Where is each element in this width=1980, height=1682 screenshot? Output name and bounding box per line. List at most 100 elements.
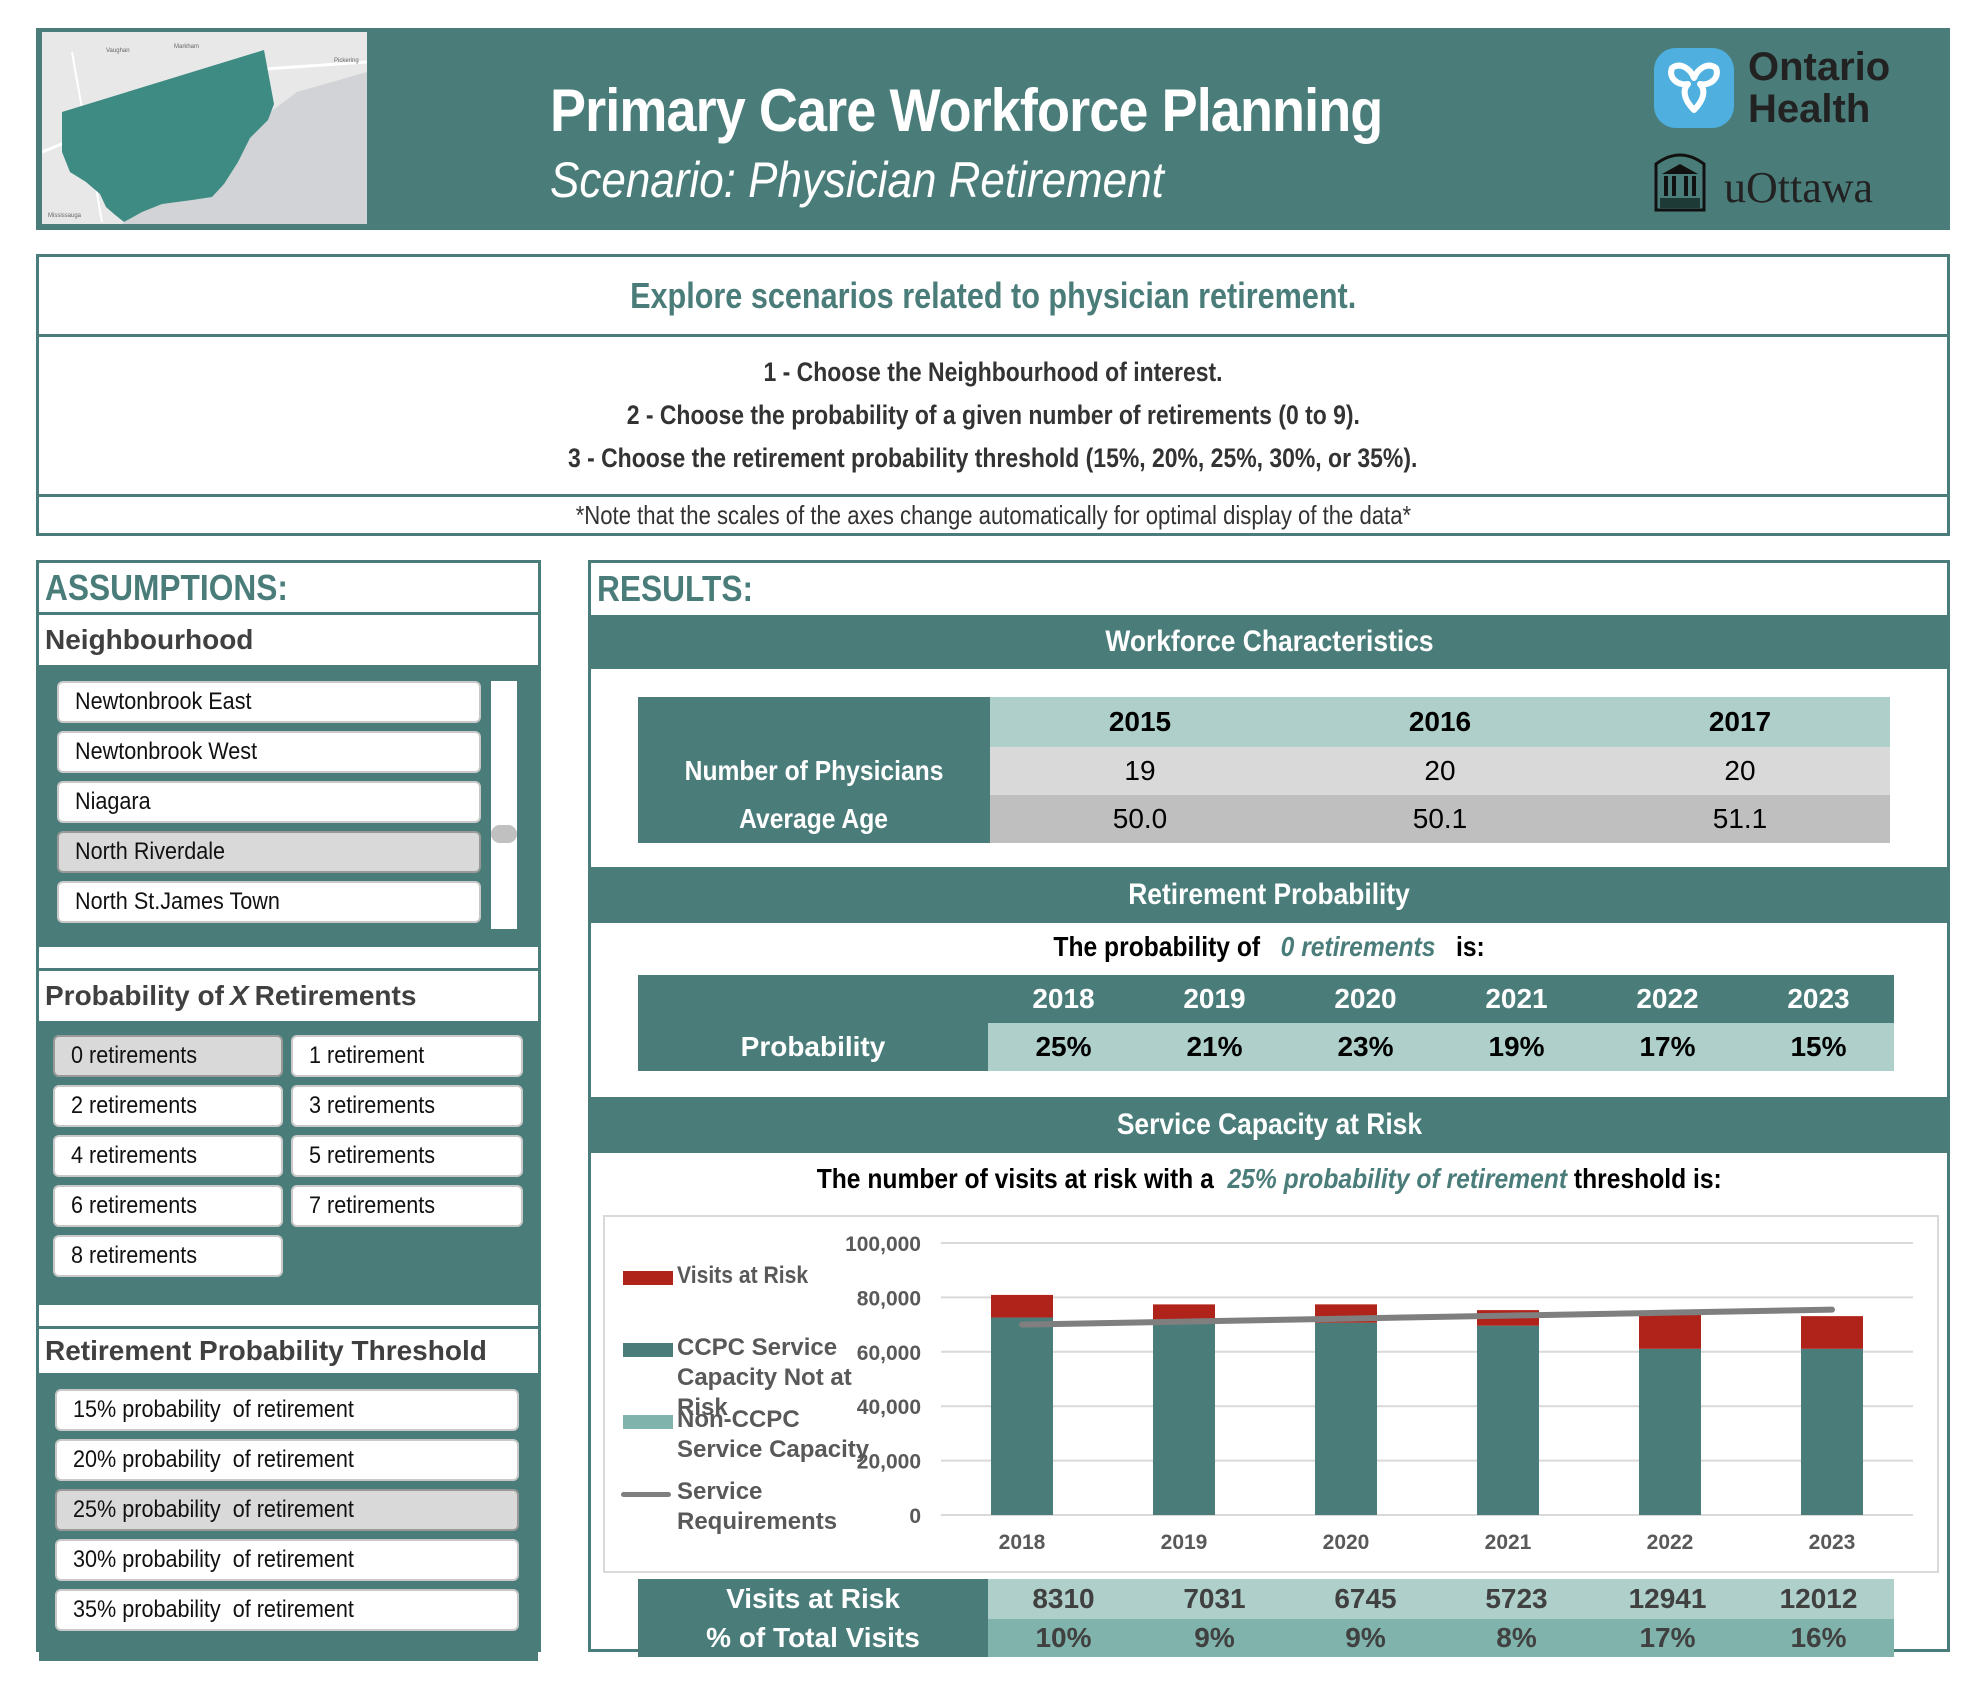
assumptions-title: ASSUMPTIONS:	[39, 563, 538, 615]
map-label: Mississauga	[48, 213, 82, 219]
probability-value: 15%	[1743, 1023, 1894, 1071]
year-header: 2018	[988, 975, 1139, 1023]
service-capacity-band: Service Capacity at Risk	[591, 1097, 1947, 1153]
retirements-option[interactable]: 6 retirements	[53, 1185, 283, 1227]
year-header: 2016	[1290, 697, 1590, 747]
neighbourhood-option[interactable]: North St.James Town	[57, 881, 481, 923]
retirements-option[interactable]: 5 retirements	[291, 1135, 523, 1177]
neighbourhood-scrollbar[interactable]	[491, 681, 517, 929]
header-banner: Vaughan Markham Pickering Mississauga Pr…	[36, 28, 1950, 230]
bar-ccpc-service-capacity-not-at-risk	[1153, 1323, 1215, 1515]
instructions-steps: 1 - Choose the Neighbourhood of interest…	[39, 337, 1947, 497]
y-tick-label: 60,000	[857, 1342, 921, 1365]
threshold-option[interactable]: 30% probability of retirement	[55, 1539, 519, 1581]
map-graphic: Vaughan Markham Pickering Mississauga	[42, 32, 367, 224]
selected-retirements-value: 0 retirements	[1280, 931, 1436, 962]
visits-value: 5723	[1441, 1579, 1592, 1619]
year-header: 2021	[1441, 975, 1592, 1023]
ontario-health-logo-text: Ontario Health	[1748, 46, 1890, 130]
retirement-probability-band: Retirement Probability	[591, 867, 1947, 923]
selected-threshold-value: 25% probability of retirement	[1227, 1163, 1567, 1194]
dashboard-subtitle: Scenario: Physician Retirement	[550, 152, 1164, 208]
bar-visits-at-risk	[991, 1294, 1053, 1318]
threshold-label: Retirement Probability Threshold	[39, 1329, 538, 1373]
threshold-option-selected[interactable]: 25% probability of retirement	[55, 1489, 519, 1531]
dashboard-title: Primary Care Workforce Planning	[550, 77, 1383, 144]
retirements-slicer: 0 retirements 1 retirement 2 retirements…	[39, 1021, 538, 1305]
assumptions-panel: ASSUMPTIONS: Neighbourhood Newtonbrook E…	[36, 560, 541, 1661]
neighbourhood-label: Neighbourhood	[39, 615, 538, 665]
threshold-option[interactable]: 35% probability of retirement	[55, 1589, 519, 1631]
threshold-option[interactable]: 15% probability of retirement	[55, 1389, 519, 1431]
year-header: 2015	[990, 697, 1290, 747]
x-tick-label: 2022	[1647, 1531, 1694, 1554]
year-header: 2019	[1139, 975, 1290, 1023]
retirements-option-selected[interactable]: 0 retirements	[53, 1035, 283, 1077]
instruction-step: 2 - Choose the probability of a given nu…	[626, 400, 1360, 430]
age-row-label: Average Age	[739, 803, 889, 834]
threshold-option[interactable]: 20% probability of retirement	[55, 1439, 519, 1481]
results-title: RESULTS:	[597, 568, 754, 609]
logo-line-health: Health	[1748, 87, 1871, 131]
visits-value: 7031	[1139, 1579, 1290, 1619]
x-tick-label: 2021	[1485, 1531, 1532, 1554]
physicians-value: 19	[990, 747, 1290, 795]
neighbourhood-option[interactable]: Niagara	[57, 781, 481, 823]
instructions-heading: Explore scenarios related to physician r…	[39, 257, 1947, 337]
probability-table: 2018 2019 2020 2021 2022 2023 Probabilit…	[638, 975, 1894, 1071]
x-tick-label: 2018	[999, 1531, 1046, 1554]
year-header: 2022	[1592, 975, 1743, 1023]
retirements-option[interactable]: 7 retirements	[291, 1185, 523, 1227]
visits-row-label: Visits at Risk	[638, 1579, 988, 1619]
scrollbar-thumb[interactable]	[491, 825, 517, 843]
bar-ccpc-service-capacity-not-at-risk	[991, 1317, 1053, 1515]
y-tick-label: 20,000	[857, 1451, 921, 1474]
neighbourhood-map[interactable]: Vaughan Markham Pickering Mississauga	[42, 32, 367, 224]
physicians-value: 20	[1290, 747, 1590, 795]
map-label: Markham	[174, 44, 199, 50]
retirements-label: Probability of X Retirements	[39, 971, 538, 1021]
neighbourhood-slicer: Newtonbrook East Newtonbrook West Niagar…	[39, 665, 538, 947]
neighbourhood-option-selected[interactable]: North Riverdale	[57, 831, 481, 873]
pct-row-label: % of Total Visits	[638, 1619, 988, 1657]
logo-line-ontario: Ontario	[1748, 45, 1891, 89]
retirements-option[interactable]: 1 retirement	[291, 1035, 523, 1077]
pct-value: 8%	[1441, 1619, 1592, 1657]
physicians-value: 20	[1590, 747, 1890, 795]
neighbourhood-option[interactable]: Newtonbrook East	[57, 681, 481, 723]
visits-value: 12012	[1743, 1579, 1894, 1619]
neighbourhood-option[interactable]: Newtonbrook West	[57, 731, 481, 773]
age-value: 50.1	[1290, 795, 1590, 843]
bar-ccpc-service-capacity-not-at-risk	[1639, 1348, 1701, 1515]
bar-ccpc-service-capacity-not-at-risk	[1315, 1322, 1377, 1515]
chart-plot: 0 20,000 40,000 60,000 80,000 100,000 2018 2019…	[845, 1233, 1913, 1554]
retirements-option[interactable]: 8 retirements	[53, 1235, 283, 1277]
physicians-row-label: Number of Physicians	[684, 755, 944, 786]
pct-value: 9%	[1139, 1619, 1290, 1657]
service-sentence: The number of visits at risk with a 25% …	[816, 1163, 1722, 1194]
retirements-option[interactable]: 4 retirements	[53, 1135, 283, 1177]
probability-value: 23%	[1290, 1023, 1441, 1071]
visits-value: 12941	[1592, 1579, 1743, 1619]
threshold-slicer: 15% probability of retirement 20% probab…	[39, 1373, 538, 1661]
axes-note-text: *Note that the scales of the axes change…	[575, 499, 1411, 530]
probability-value: 21%	[1139, 1023, 1290, 1071]
probability-value: 17%	[1592, 1023, 1743, 1071]
pct-value: 10%	[988, 1619, 1139, 1657]
retirements-option[interactable]: 3 retirements	[291, 1085, 523, 1127]
year-header: 2017	[1590, 697, 1890, 747]
uottawa-logo-text: uOttawa	[1724, 163, 1874, 212]
bar-visits-at-risk	[1639, 1313, 1701, 1349]
visits-value: 6745	[1290, 1579, 1441, 1619]
bar-ccpc-service-capacity-not-at-risk	[1477, 1325, 1539, 1515]
y-tick-label: 100,000	[845, 1233, 921, 1256]
instruction-step: 3 - Choose the retirement probability th…	[568, 443, 1418, 473]
pct-value: 16%	[1743, 1619, 1894, 1657]
year-header: 2023	[1743, 975, 1894, 1023]
x-tick-label: 2020	[1323, 1531, 1370, 1554]
y-tick-label: 0	[909, 1505, 921, 1528]
instructions-panel: Explore scenarios related to physician r…	[36, 254, 1950, 536]
bar-visits-at-risk	[1801, 1316, 1863, 1349]
retirements-option[interactable]: 2 retirements	[53, 1085, 283, 1127]
map-label: Vaughan	[106, 48, 130, 54]
